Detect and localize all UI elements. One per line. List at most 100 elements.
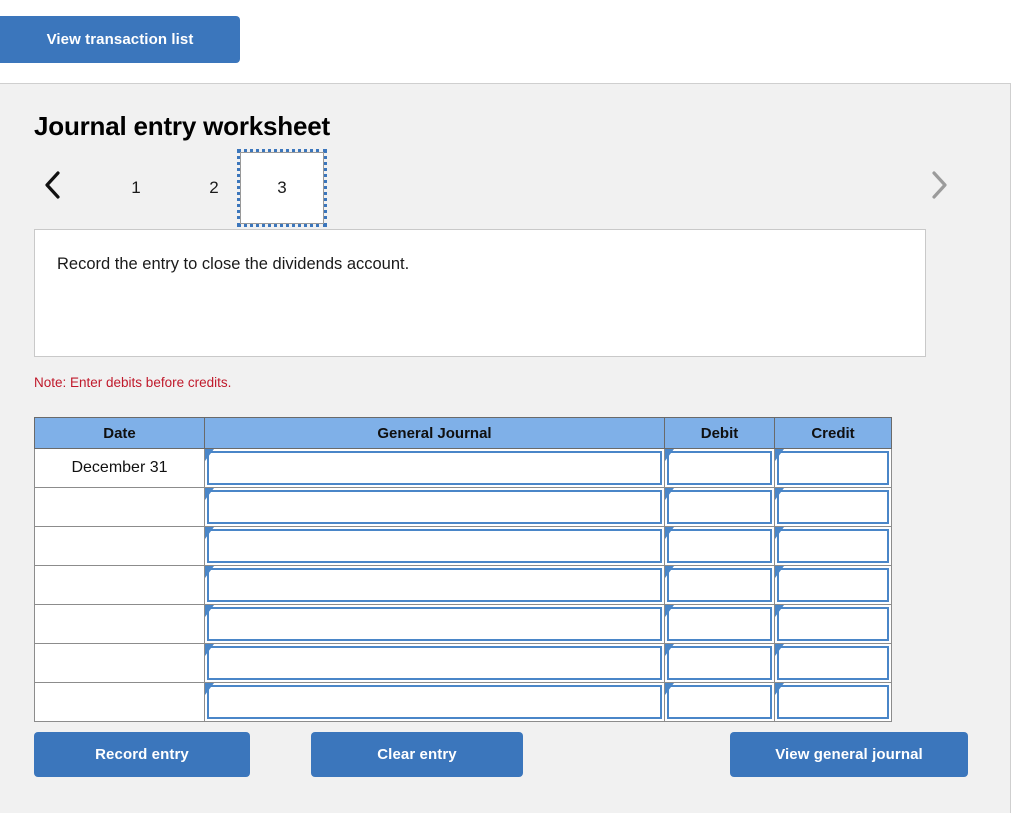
dropdown-flag-icon xyxy=(205,488,214,500)
debit-input-cell[interactable] xyxy=(664,682,775,722)
dropdown-flag-icon xyxy=(205,605,214,617)
pager-tab-3-active[interactable]: 3 xyxy=(237,149,327,227)
date-cell[interactable] xyxy=(34,526,205,566)
pager-tab-1[interactable]: 1 xyxy=(108,164,164,212)
dropdown-flag-icon xyxy=(205,683,214,695)
credit-input[interactable] xyxy=(777,451,889,485)
date-cell[interactable] xyxy=(34,487,205,527)
date-cell[interactable] xyxy=(34,643,205,683)
dropdown-flag-icon xyxy=(665,683,674,695)
general-journal-input[interactable] xyxy=(207,529,662,563)
general-journal-input-cell[interactable] xyxy=(204,643,665,683)
table-row xyxy=(34,565,892,605)
top-toolbar: View transaction list xyxy=(0,0,1024,83)
dropdown-flag-icon xyxy=(775,605,784,617)
pager-tab-1-label: 1 xyxy=(131,178,141,197)
debit-input-cell[interactable] xyxy=(664,526,775,566)
date-cell[interactable] xyxy=(34,682,205,722)
table-row xyxy=(34,526,892,566)
credit-input-cell[interactable] xyxy=(774,604,892,644)
general-journal-input-cell[interactable] xyxy=(204,487,665,527)
credit-input-cell[interactable] xyxy=(774,643,892,683)
column-header-debit: Debit xyxy=(664,417,775,449)
dropdown-flag-icon xyxy=(205,644,214,656)
page-title: Journal entry worksheet xyxy=(34,111,330,141)
dropdown-flag-icon xyxy=(775,527,784,539)
instruction-text: Record the entry to close the dividends … xyxy=(57,255,410,273)
column-header-date: Date xyxy=(34,417,205,449)
general-journal-input-cell[interactable] xyxy=(204,604,665,644)
record-entry-button[interactable]: Record entry xyxy=(34,732,250,777)
debit-input[interactable] xyxy=(667,529,772,563)
debits-before-credits-note: Note: Enter debits before credits. xyxy=(34,375,232,390)
general-journal-input-cell[interactable] xyxy=(204,682,665,722)
general-journal-input-cell[interactable] xyxy=(204,526,665,566)
table-row xyxy=(34,487,892,527)
dropdown-flag-icon xyxy=(665,449,674,461)
credit-input[interactable] xyxy=(777,529,889,563)
credit-input-cell[interactable] xyxy=(774,487,892,527)
worksheet-panel: Journal entry worksheet 1 2 3 Record the… xyxy=(0,83,1011,813)
debit-input-cell[interactable] xyxy=(664,565,775,605)
general-journal-input[interactable] xyxy=(207,568,662,602)
table-header-row: Date General Journal Debit Credit xyxy=(34,417,892,449)
clear-entry-button[interactable]: Clear entry xyxy=(311,732,523,777)
credit-input[interactable] xyxy=(777,646,889,680)
dropdown-flag-icon xyxy=(775,449,784,461)
column-header-credit: Credit xyxy=(774,417,892,449)
dropdown-flag-icon xyxy=(665,566,674,578)
credit-input[interactable] xyxy=(777,685,889,719)
debit-input[interactable] xyxy=(667,685,772,719)
dropdown-flag-icon xyxy=(775,644,784,656)
credit-input[interactable] xyxy=(777,607,889,641)
column-header-general-journal: General Journal xyxy=(204,417,665,449)
view-transaction-list-button[interactable]: View transaction list xyxy=(0,16,240,63)
table-row: December 31 xyxy=(34,448,892,488)
debit-input[interactable] xyxy=(667,607,772,641)
debit-input-cell[interactable] xyxy=(664,604,775,644)
journal-entry-table: Date General Journal Debit Credit Decemb… xyxy=(34,417,892,722)
general-journal-input[interactable] xyxy=(207,607,662,641)
general-journal-input[interactable] xyxy=(207,685,662,719)
date-cell[interactable]: December 31 xyxy=(34,448,205,488)
chevron-left-icon[interactable] xyxy=(36,160,70,210)
dropdown-flag-icon xyxy=(775,566,784,578)
credit-input[interactable] xyxy=(777,568,889,602)
pager-tab-2-label: 2 xyxy=(209,178,219,197)
view-general-journal-button[interactable]: View general journal xyxy=(730,732,968,777)
dropdown-flag-icon xyxy=(205,566,214,578)
table-row xyxy=(34,682,892,722)
general-journal-input[interactable] xyxy=(207,451,662,485)
worksheet-pager: 1 2 3 xyxy=(34,149,964,227)
credit-input-cell[interactable] xyxy=(774,565,892,605)
debit-input-cell[interactable] xyxy=(664,448,775,488)
dropdown-flag-icon xyxy=(775,488,784,500)
table-row xyxy=(34,643,892,683)
date-cell[interactable] xyxy=(34,565,205,605)
general-journal-input-cell[interactable] xyxy=(204,448,665,488)
general-journal-input[interactable] xyxy=(207,646,662,680)
debit-input[interactable] xyxy=(667,490,772,524)
pager-tab-3-label: 3 xyxy=(277,178,287,197)
date-cell[interactable] xyxy=(34,604,205,644)
credit-input-cell[interactable] xyxy=(774,448,892,488)
instruction-box: Record the entry to close the dividends … xyxy=(34,229,926,357)
debit-input[interactable] xyxy=(667,568,772,602)
pager-tab-2[interactable]: 2 xyxy=(186,164,242,212)
dropdown-flag-icon xyxy=(665,644,674,656)
general-journal-input[interactable] xyxy=(207,490,662,524)
dropdown-flag-icon xyxy=(665,605,674,617)
chevron-right-icon[interactable] xyxy=(922,160,956,210)
credit-input-cell[interactable] xyxy=(774,526,892,566)
debit-input-cell[interactable] xyxy=(664,643,775,683)
table-row xyxy=(34,604,892,644)
debit-input-cell[interactable] xyxy=(664,487,775,527)
dropdown-flag-icon xyxy=(205,449,214,461)
credit-input[interactable] xyxy=(777,490,889,524)
general-journal-input-cell[interactable] xyxy=(204,565,665,605)
dropdown-flag-icon xyxy=(665,527,674,539)
credit-input-cell[interactable] xyxy=(774,682,892,722)
dropdown-flag-icon xyxy=(665,488,674,500)
debit-input[interactable] xyxy=(667,646,772,680)
debit-input[interactable] xyxy=(667,451,772,485)
